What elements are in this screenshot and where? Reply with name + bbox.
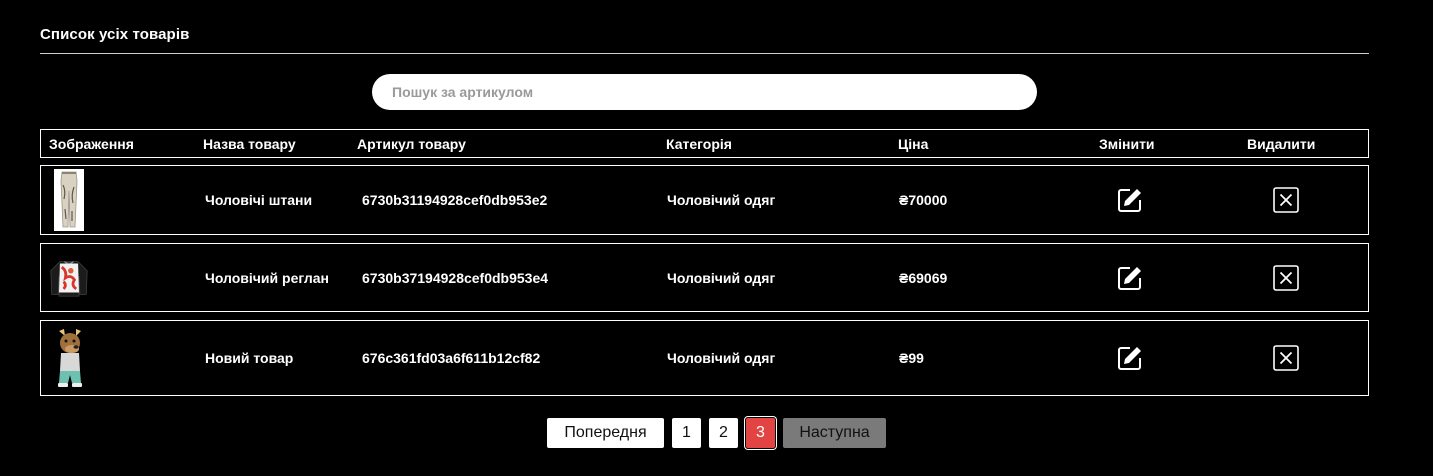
pagination: Попередня 1 2 3 Наступна (0, 416, 1433, 450)
close-box-icon (1271, 263, 1301, 293)
column-header-image: Зображення (49, 135, 134, 152)
product-category: Чоловічий одяг (667, 192, 776, 208)
page-button-1[interactable]: 1 (672, 418, 701, 448)
prev-page-button[interactable]: Попередня (547, 418, 664, 448)
column-header-edit: Змінити (1099, 135, 1155, 152)
product-category: Чоловічий одяг (667, 269, 776, 286)
product-sku: 676c361fd03a6f611b12cf82 (362, 350, 541, 366)
column-header-category: Категорія (666, 135, 732, 152)
pants-thumbnail (49, 169, 89, 231)
dog-character-thumbnail (49, 327, 89, 389)
edit-button[interactable] (1115, 321, 1145, 395)
page-button-3[interactable]: 3 (744, 416, 777, 450)
delete-button[interactable] (1271, 244, 1301, 311)
edit-icon (1115, 263, 1145, 293)
column-header-delete: Видалити (1247, 135, 1316, 152)
product-sku: 6730b31194928cef0db953e2 (362, 192, 548, 208)
title-divider (40, 53, 1369, 54)
edit-icon (1115, 185, 1145, 215)
product-sku: 6730b37194928cef0db953e4 (362, 269, 549, 286)
edit-button[interactable] (1115, 166, 1145, 234)
product-name: Новий товар (205, 350, 294, 366)
close-box-icon (1271, 343, 1301, 373)
product-category: Чоловічий одяг (667, 350, 776, 366)
column-header-price: Ціна (898, 135, 929, 152)
next-page-button[interactable]: Наступна (783, 418, 886, 448)
edit-icon (1115, 343, 1145, 373)
table-row: Чоловічі штани 6730b31194928cef0db953e2 … (40, 165, 1369, 235)
product-name: Чоловічі штани (205, 192, 313, 208)
product-name: Чоловічий реглан (205, 269, 329, 286)
column-header-sku: Артикул товару (357, 135, 466, 152)
page-title: Список усіх товарів (40, 26, 190, 43)
edit-button[interactable] (1115, 244, 1145, 311)
table-row: Чоловічий реглан 6730b37194928cef0db953e… (40, 243, 1369, 312)
column-header-name: Назва товару (203, 135, 296, 152)
table-row: Новий товар 676c361fd03a6f611b12cf82 Чол… (40, 320, 1369, 396)
table-header: Зображення Назва товару Артикул товару К… (40, 129, 1369, 158)
product-price: ₴69069 (899, 269, 948, 286)
page-button-2[interactable]: 2 (709, 418, 738, 448)
search-input[interactable] (372, 74, 1037, 110)
sweatshirt-thumbnail (49, 247, 89, 309)
close-box-icon (1271, 185, 1301, 215)
product-price: ₴99 (899, 350, 924, 366)
product-price: ₴70000 (899, 192, 948, 208)
delete-button[interactable] (1271, 166, 1301, 234)
delete-button[interactable] (1271, 321, 1301, 395)
